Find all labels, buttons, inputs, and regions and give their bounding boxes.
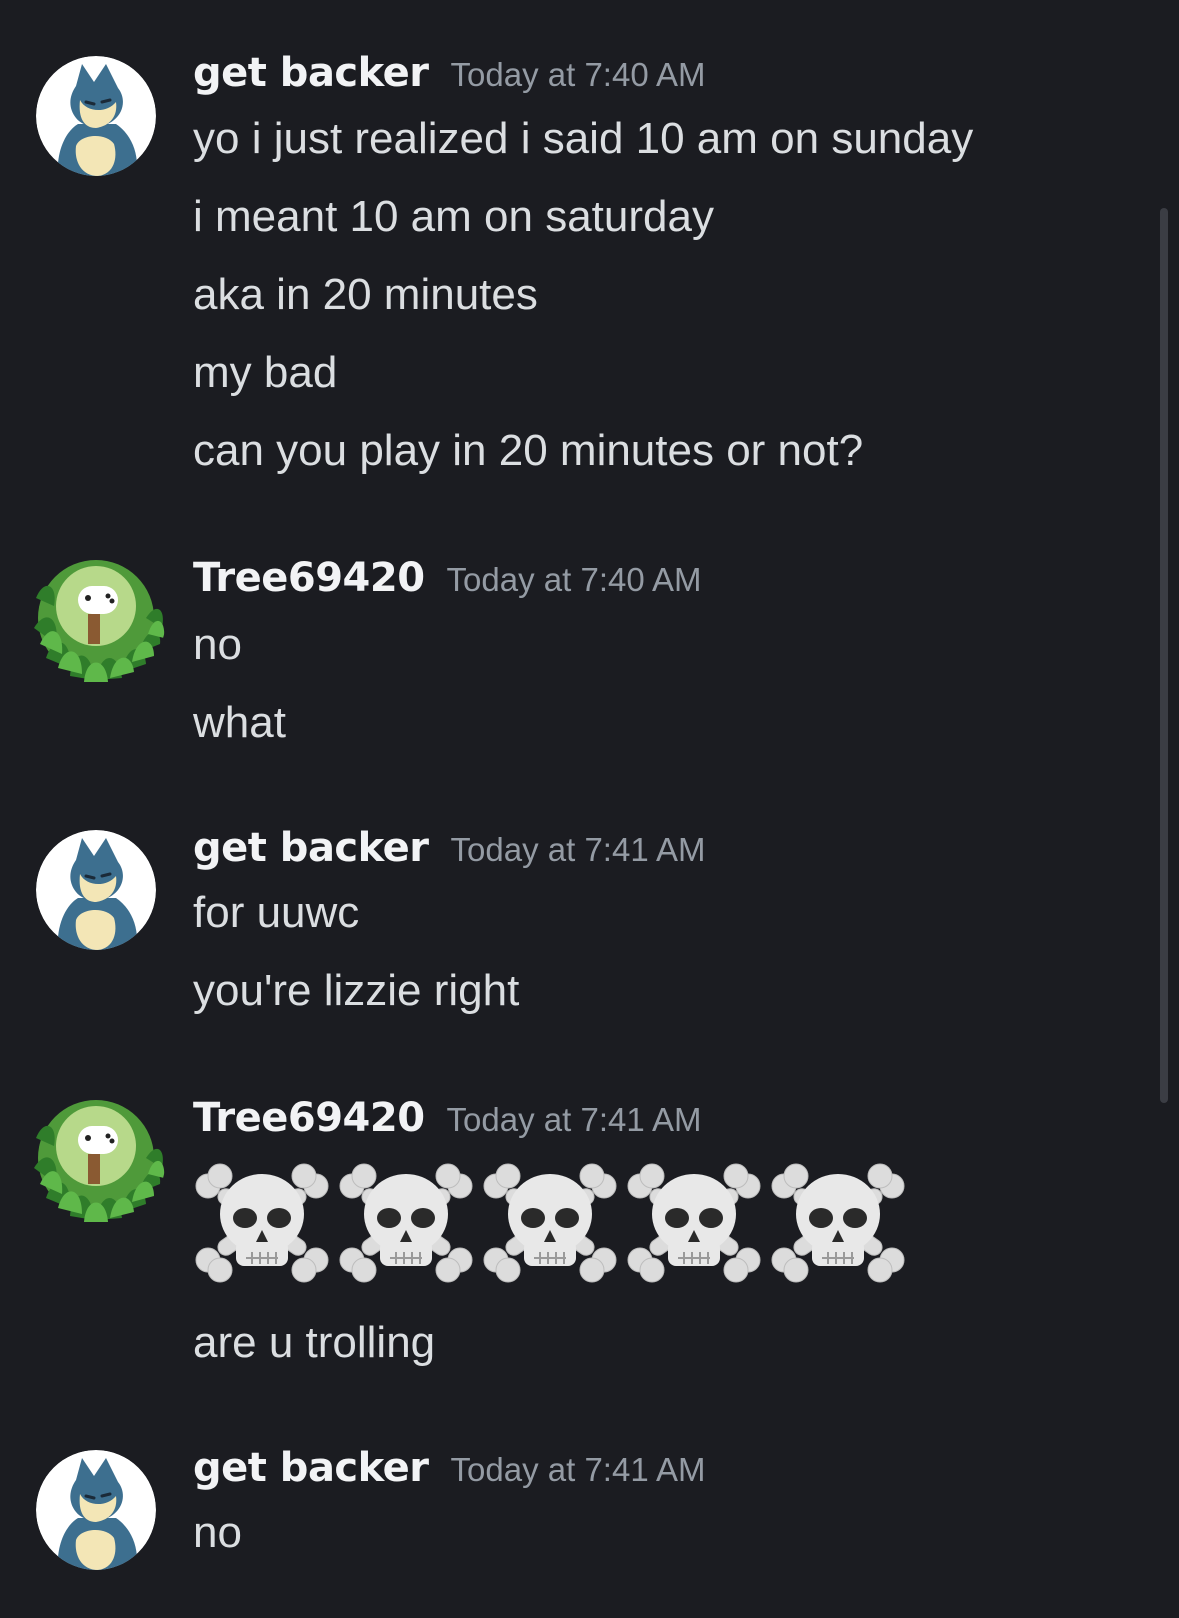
message-header: get backer Today at 7:41 AM — [193, 825, 706, 871]
message-text: no — [193, 620, 242, 669]
chat-message-list: get backer Today at 7:40 AM yo i just rea… — [0, 0, 1179, 1618]
timestamp: Today at 7:40 AM — [450, 56, 706, 93]
skull-and-crossbones-icon[interactable] — [190, 1152, 334, 1292]
timestamp: Today at 7:41 AM — [450, 831, 706, 868]
username[interactable]: get backer — [193, 50, 429, 96]
munchlax-avatar-icon[interactable] — [36, 830, 156, 950]
message-text: you're lizzie right — [193, 966, 520, 1015]
username[interactable]: get backer — [193, 1445, 429, 1491]
message-text: my bad — [193, 348, 338, 397]
timestamp: Today at 7:40 AM — [446, 561, 702, 598]
message-text: what — [193, 698, 286, 747]
skull-and-crossbones-icon[interactable] — [766, 1152, 910, 1292]
message-text: aka in 20 minutes — [193, 270, 538, 319]
message-header: Tree69420 Today at 7:40 AM — [193, 555, 702, 601]
username[interactable]: Tree69420 — [193, 1095, 425, 1141]
emoji-row — [190, 1152, 910, 1292]
timestamp: Today at 7:41 AM — [446, 1101, 702, 1138]
controller-in-grass-avatar-icon[interactable] — [26, 1088, 166, 1228]
munchlax-avatar-icon[interactable] — [36, 56, 156, 176]
scrollbar[interactable] — [1160, 208, 1168, 1103]
username[interactable]: Tree69420 — [193, 555, 425, 601]
munchlax-avatar-icon[interactable] — [36, 1450, 156, 1570]
message-header: get backer Today at 7:40 AM — [193, 50, 706, 96]
skull-and-crossbones-icon[interactable] — [478, 1152, 622, 1292]
skull-and-crossbones-icon[interactable] — [334, 1152, 478, 1292]
controller-in-grass-avatar-icon[interactable] — [26, 548, 166, 688]
message-header: get backer Today at 7:41 AM — [193, 1445, 706, 1491]
timestamp: Today at 7:41 AM — [450, 1451, 706, 1488]
message-text: i meant 10 am on saturday — [193, 192, 714, 241]
message-text: for uuwc — [193, 888, 360, 937]
message-text: can you play in 20 minutes or not? — [193, 426, 864, 475]
username[interactable]: get backer — [193, 825, 429, 871]
message-header: Tree69420 Today at 7:41 AM — [193, 1095, 702, 1141]
message-text: yo i just realized i said 10 am on sunda… — [193, 114, 974, 163]
skull-and-crossbones-icon[interactable] — [622, 1152, 766, 1292]
message-text: no — [193, 1508, 242, 1557]
message-text: are u trolling — [193, 1318, 436, 1367]
